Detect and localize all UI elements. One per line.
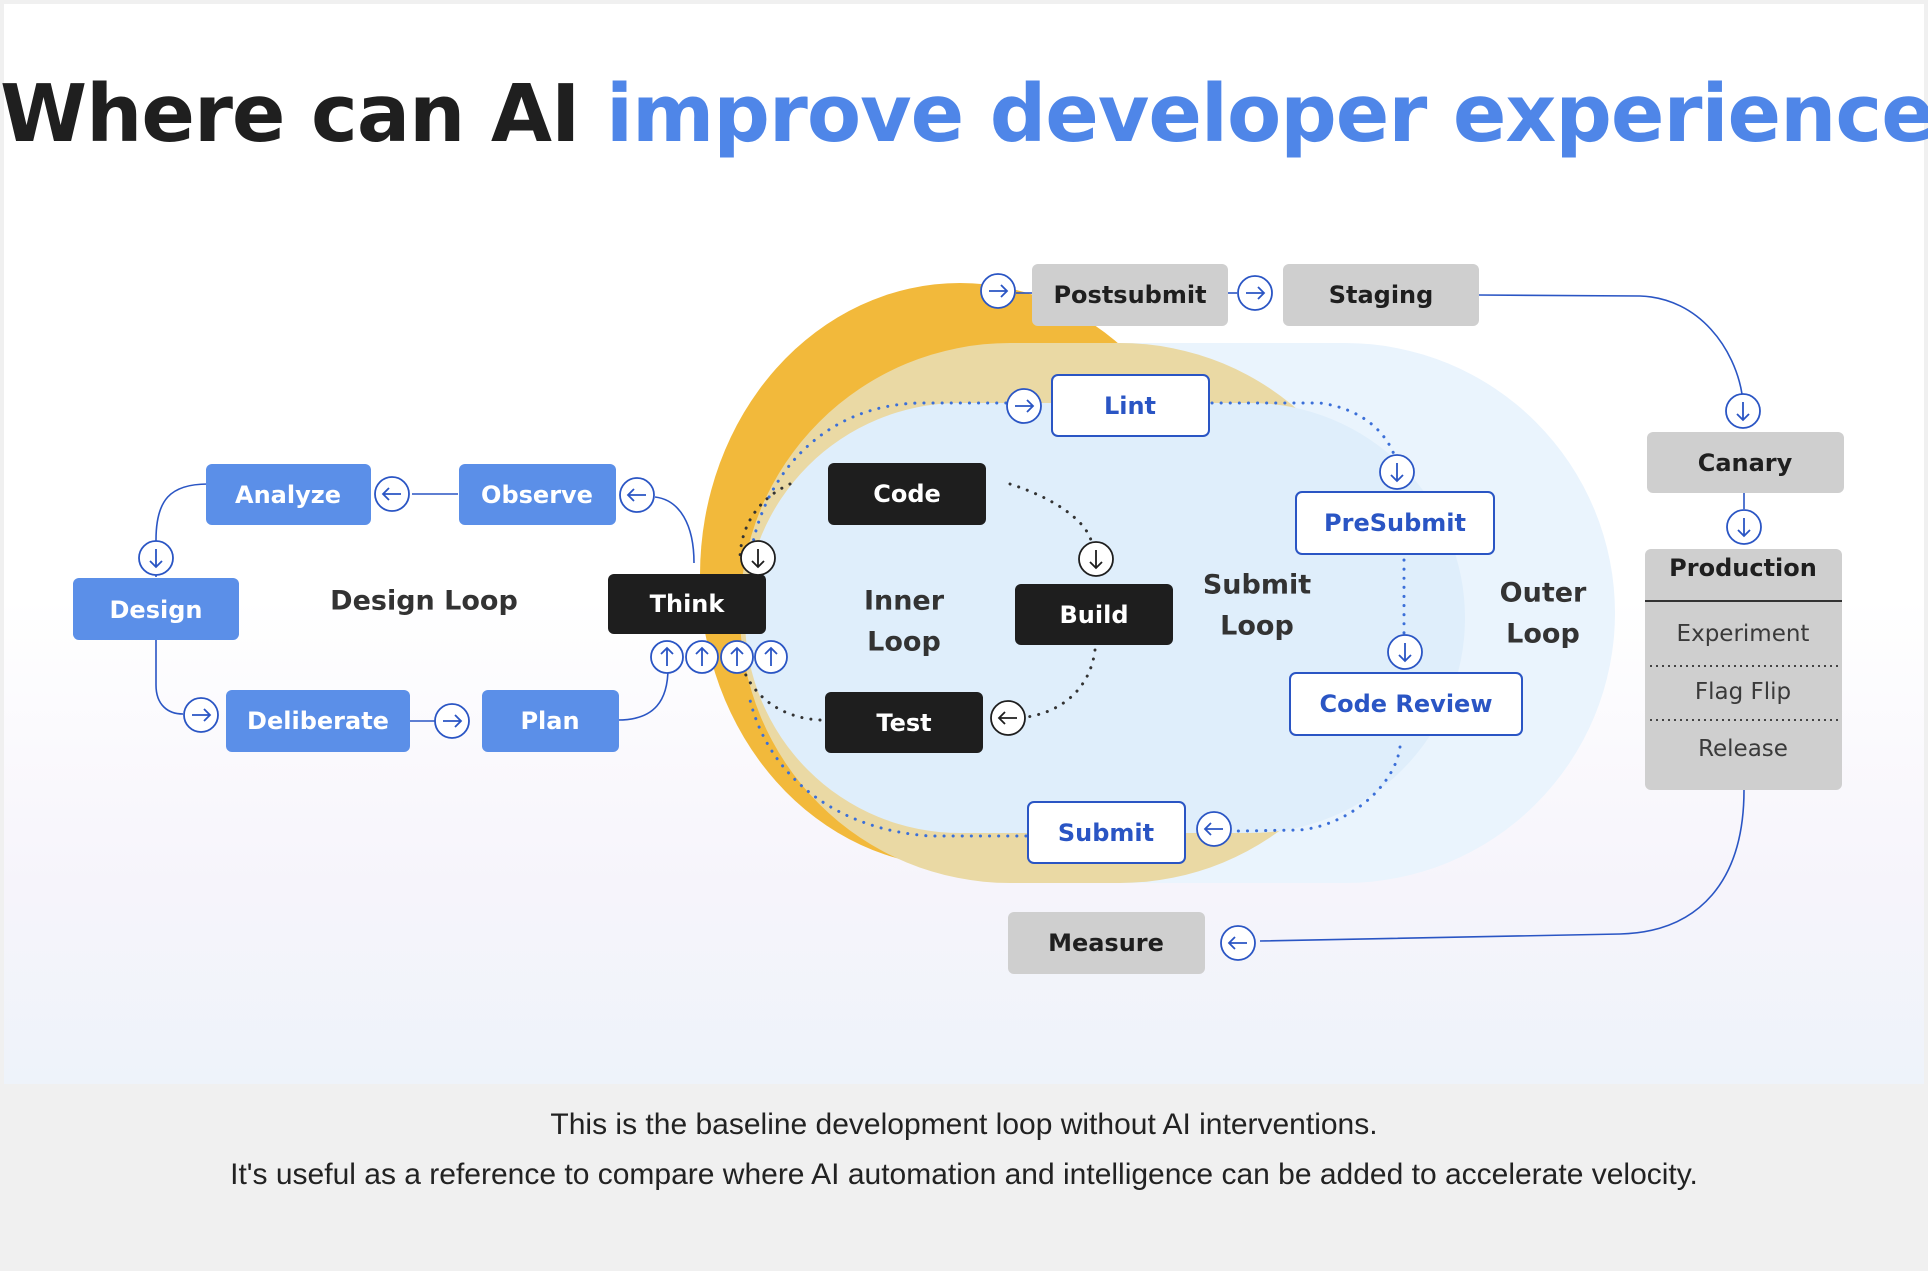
node-postsubmit-label: Postsubmit [1053, 281, 1206, 309]
page: Where can AI improve developer experienc… [0, 0, 1928, 1271]
production-header: Production [1669, 554, 1817, 582]
connector-design-deliberate [155, 640, 184, 715]
node-submit-label: Submit [1058, 819, 1154, 847]
connector-plan-think [617, 667, 669, 721]
arrow-up-icon [720, 640, 754, 674]
design-loop-label: Design Loop [330, 586, 518, 617]
submit-loop-label-2: Loop [1220, 611, 1294, 642]
arrow-down-icon [1379, 454, 1415, 490]
node-deliberate-label: Deliberate [247, 707, 389, 735]
node-think-label: Think [650, 590, 726, 618]
node-submit[interactable]: Submit [1027, 801, 1186, 864]
arrow-up-icon [754, 640, 788, 674]
node-canary[interactable]: Canary [1647, 432, 1844, 493]
node-postsubmit[interactable]: Postsubmit [1032, 264, 1228, 326]
node-think[interactable]: Think [608, 574, 766, 634]
production-item-release-label: Release [1698, 736, 1788, 762]
node-build-label: Build [1059, 601, 1128, 629]
arrow-up-icon [650, 640, 684, 674]
production-item-experiment[interactable]: Experiment [1677, 621, 1810, 647]
production-item-release[interactable]: Release [1698, 736, 1788, 762]
arrow-left-icon [374, 476, 410, 512]
arrow-down-icon [1726, 509, 1762, 545]
node-analyze-label: Analyze [235, 481, 341, 509]
arrow-right-icon [980, 273, 1016, 309]
outer-loop-label-2: Loop [1506, 619, 1580, 650]
arrow-down-icon [740, 540, 776, 576]
node-analyze[interactable]: Analyze [206, 464, 371, 525]
node-measure[interactable]: Measure [1008, 912, 1205, 974]
node-code-label: Code [873, 480, 941, 508]
arrow-right-icon [183, 697, 219, 733]
inner-loop-label-1: Inner [864, 586, 945, 617]
arrow-left-icon [990, 700, 1026, 736]
node-lint-label: Lint [1104, 392, 1156, 420]
production-item-flag-flip[interactable]: Flag Flip [1695, 679, 1791, 705]
caption-line-1: This is the baseline development loop wi… [550, 1108, 1378, 1141]
node-measure-label: Measure [1048, 929, 1164, 957]
node-code-review[interactable]: Code Review [1289, 672, 1523, 736]
inner-loop-label-2: Loop [867, 627, 941, 658]
node-plan[interactable]: Plan [482, 690, 619, 752]
arrow-right-icon [1006, 388, 1042, 424]
production-item-flag-flip-label: Flag Flip [1695, 679, 1791, 705]
node-deliberate[interactable]: Deliberate [226, 690, 410, 752]
node-canary-label: Canary [1698, 449, 1793, 477]
arrow-left-icon [619, 477, 655, 513]
connector-staging-canary [1477, 294, 1743, 395]
production-box: Production Experiment Flag Flip Release [1645, 549, 1842, 790]
production-item-experiment-label: Experiment [1677, 621, 1810, 647]
caption: This is the baseline development loop wi… [0, 1100, 1928, 1200]
loop-backgrounds [700, 283, 1615, 883]
outer-loop-label-1: Outer [1500, 578, 1587, 609]
node-lint[interactable]: Lint [1051, 374, 1210, 437]
arrow-down-icon [1725, 393, 1761, 429]
arrow-left-icon [1220, 925, 1256, 961]
arrow-right-icon [1237, 275, 1273, 311]
node-observe-label: Observe [481, 481, 593, 509]
node-test[interactable]: Test [825, 692, 983, 753]
node-staging[interactable]: Staging [1283, 264, 1479, 326]
node-presubmit-label: PreSubmit [1324, 509, 1466, 537]
arrow-up-icon [685, 640, 719, 674]
node-design[interactable]: Design [73, 578, 239, 640]
submit-loop-label-1: Submit [1203, 570, 1311, 601]
connector-think-observe [654, 496, 695, 564]
node-code-review-label: Code Review [1320, 690, 1493, 718]
node-presubmit[interactable]: PreSubmit [1295, 491, 1495, 555]
arrow-down-icon [138, 540, 174, 576]
dev-loop-diagram: Design Loop Inner Loop Submit Loop Outer… [73, 264, 1844, 974]
node-design-label: Design [110, 596, 203, 624]
node-staging-label: Staging [1329, 281, 1434, 309]
node-plan-label: Plan [520, 707, 579, 735]
node-test-label: Test [876, 709, 931, 737]
arrow-right-icon [434, 703, 470, 739]
node-observe[interactable]: Observe [459, 464, 616, 525]
arrow-left-icon [1196, 811, 1232, 847]
caption-line-2: It's useful as a reference to compare wh… [230, 1158, 1698, 1191]
node-code[interactable]: Code [828, 463, 986, 525]
arrow-down-icon [1387, 634, 1423, 670]
node-build[interactable]: Build [1015, 584, 1173, 645]
arrow-down-icon [1078, 541, 1114, 577]
